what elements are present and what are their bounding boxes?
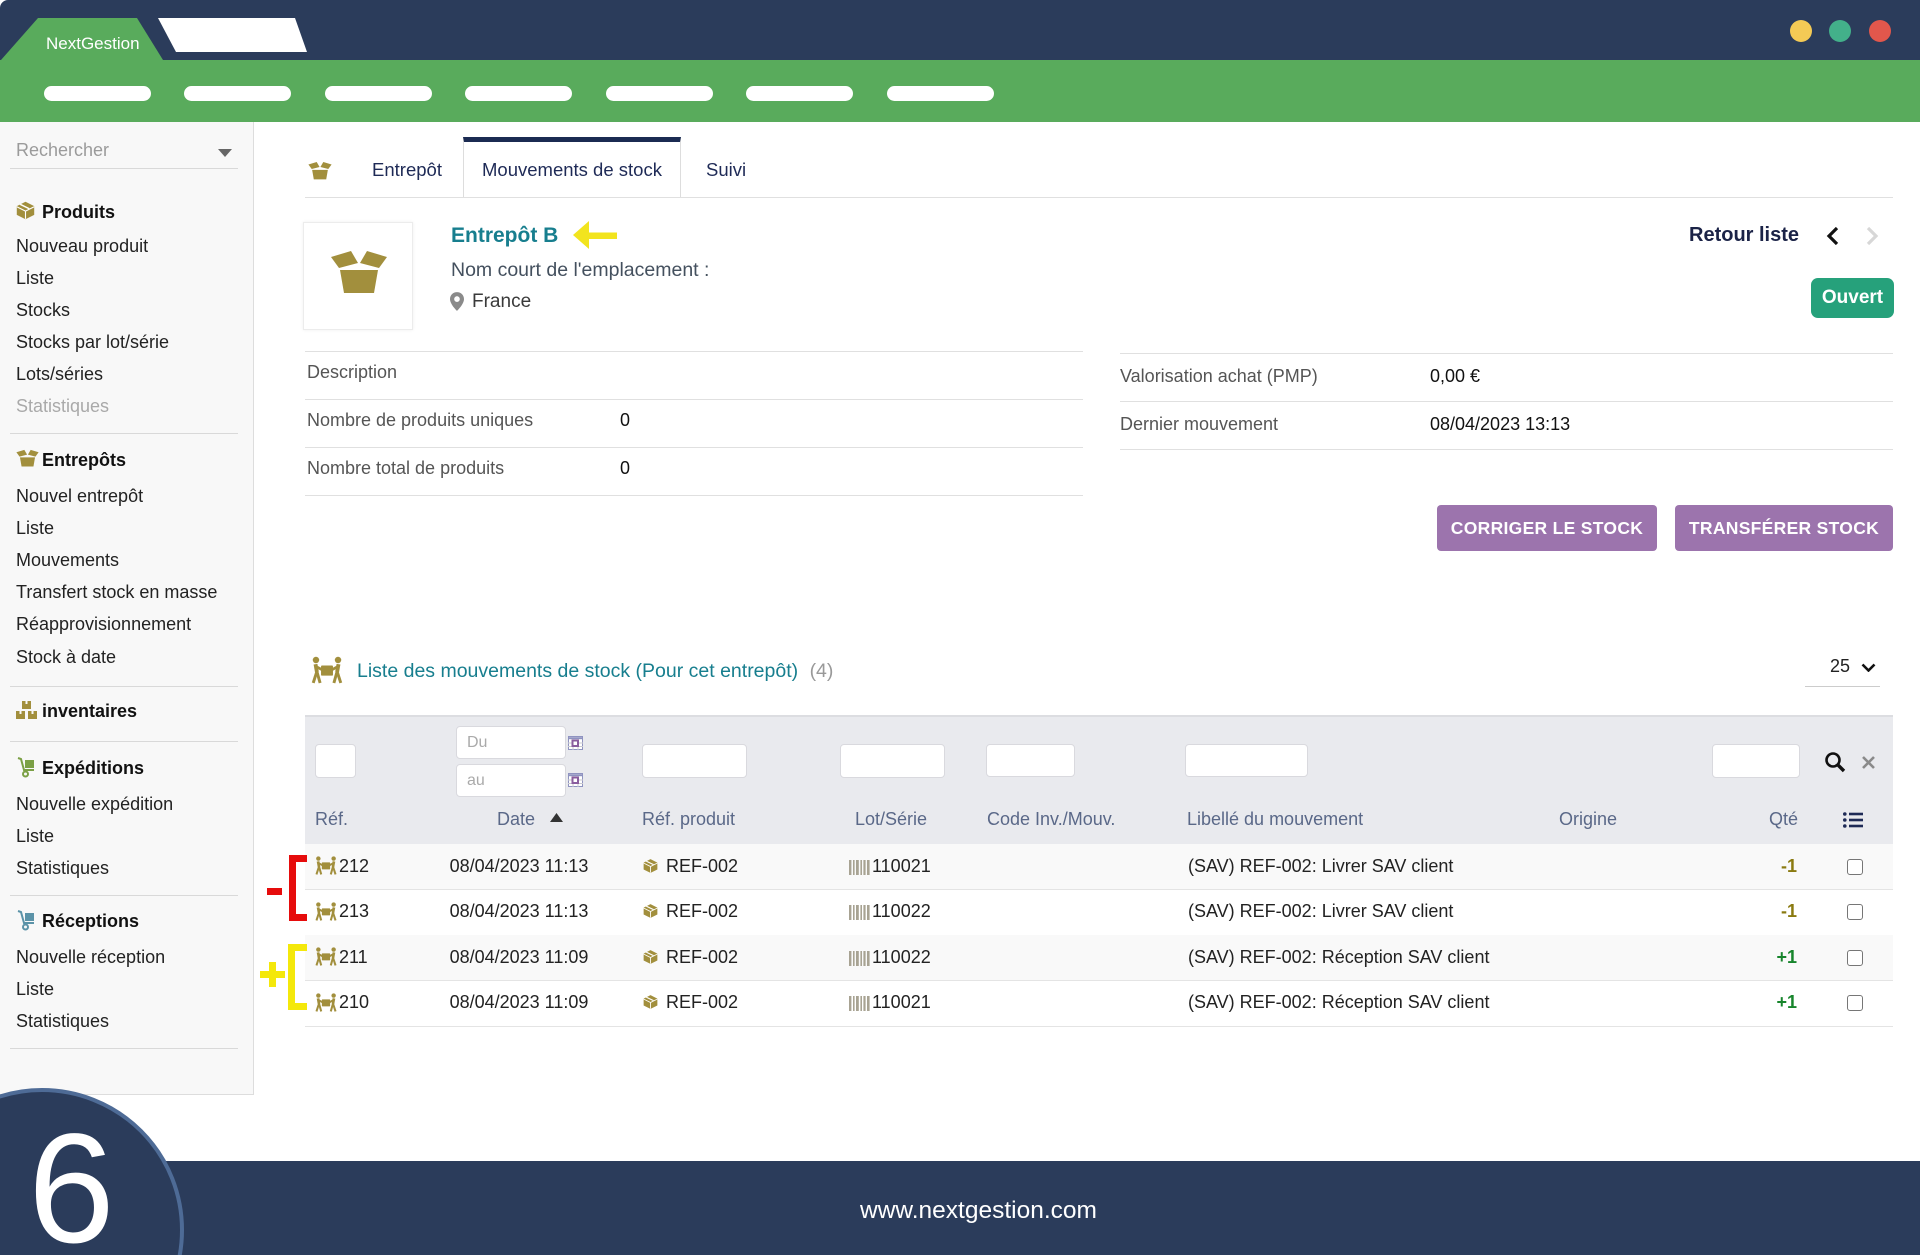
svg-text:6: 6 [28,1102,115,1255]
svg-text:NextGestion: NextGestion [46,34,140,53]
